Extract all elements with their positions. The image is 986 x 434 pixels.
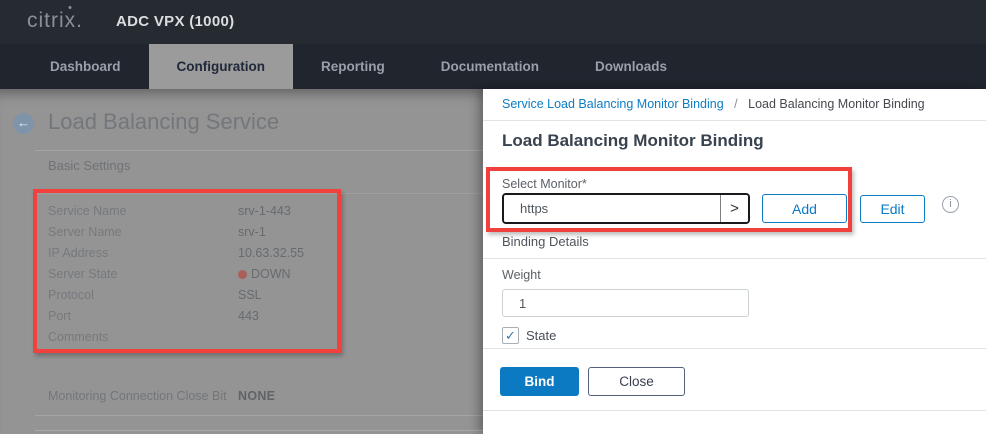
state-row: ✓ State	[502, 327, 556, 344]
breadcrumb-separator: /	[734, 97, 737, 111]
binding-details-section-title: Binding Details	[502, 234, 589, 249]
check-icon: ✓	[505, 328, 516, 343]
field-value: NONE	[238, 389, 275, 403]
footer-divider	[483, 348, 986, 349]
divider	[483, 120, 986, 121]
product-title: ADC VPX (1000)	[116, 13, 234, 30]
panel-title: Load Balancing Monitor Binding	[502, 131, 764, 151]
load-balancing-service-page: ← Load Balancing Service Basic Settings …	[0, 89, 483, 434]
breadcrumb-current: Load Balancing Monitor Binding	[748, 97, 925, 111]
divider	[483, 258, 986, 259]
weight-input[interactable]	[502, 289, 749, 317]
tab-reporting[interactable]: Reporting	[293, 44, 413, 89]
breadcrumb: Service Load Balancing Monitor Binding /…	[502, 97, 925, 111]
edit-button[interactable]: Edit	[860, 195, 925, 223]
card-top-border	[35, 150, 483, 151]
tab-configuration[interactable]: Configuration	[149, 44, 293, 89]
card-bottom-border	[35, 415, 483, 416]
tab-documentation[interactable]: Documentation	[413, 44, 567, 89]
back-button[interactable]: ←	[13, 113, 34, 134]
basic-settings-section-title: Basic Settings	[48, 158, 130, 173]
citrix-logo: citrix.	[27, 9, 83, 33]
next-card-top-border	[35, 430, 483, 431]
highlight-box-basic-settings	[33, 189, 341, 353]
monitor-binding-panel: Service Load Balancing Monitor Binding /…	[483, 89, 986, 434]
page-title: Load Balancing Service	[48, 109, 279, 135]
field-label: Monitoring Connection Close Bit	[48, 389, 238, 403]
logo-x-dotted: x	[65, 9, 77, 32]
bind-button[interactable]: Bind	[500, 367, 579, 396]
highlight-box-select-monitor	[486, 167, 852, 232]
tab-downloads[interactable]: Downloads	[567, 44, 695, 89]
app-window: citrix. ADC VPX (1000) Dashboard Configu…	[0, 0, 986, 434]
logo-text: citri	[27, 9, 65, 32]
field-row-monitoring-connection-close-bit: Monitoring Connection Close Bit NONE	[48, 389, 275, 403]
state-label: State	[526, 328, 556, 343]
breadcrumb-link[interactable]: Service Load Balancing Monitor Binding	[502, 97, 724, 111]
state-checkbox[interactable]: ✓	[502, 327, 519, 344]
bottom-divider	[483, 410, 986, 411]
info-icon[interactable]: i	[942, 196, 959, 213]
top-bar: citrix. ADC VPX (1000)	[0, 0, 986, 44]
main-nav: Dashboard Configuration Reporting Docume…	[0, 44, 986, 89]
logo-period: .	[76, 9, 83, 32]
back-arrow-icon: ←	[17, 115, 30, 130]
weight-label: Weight	[502, 268, 541, 282]
close-button[interactable]: Close	[588, 367, 685, 396]
tab-dashboard[interactable]: Dashboard	[22, 44, 149, 89]
